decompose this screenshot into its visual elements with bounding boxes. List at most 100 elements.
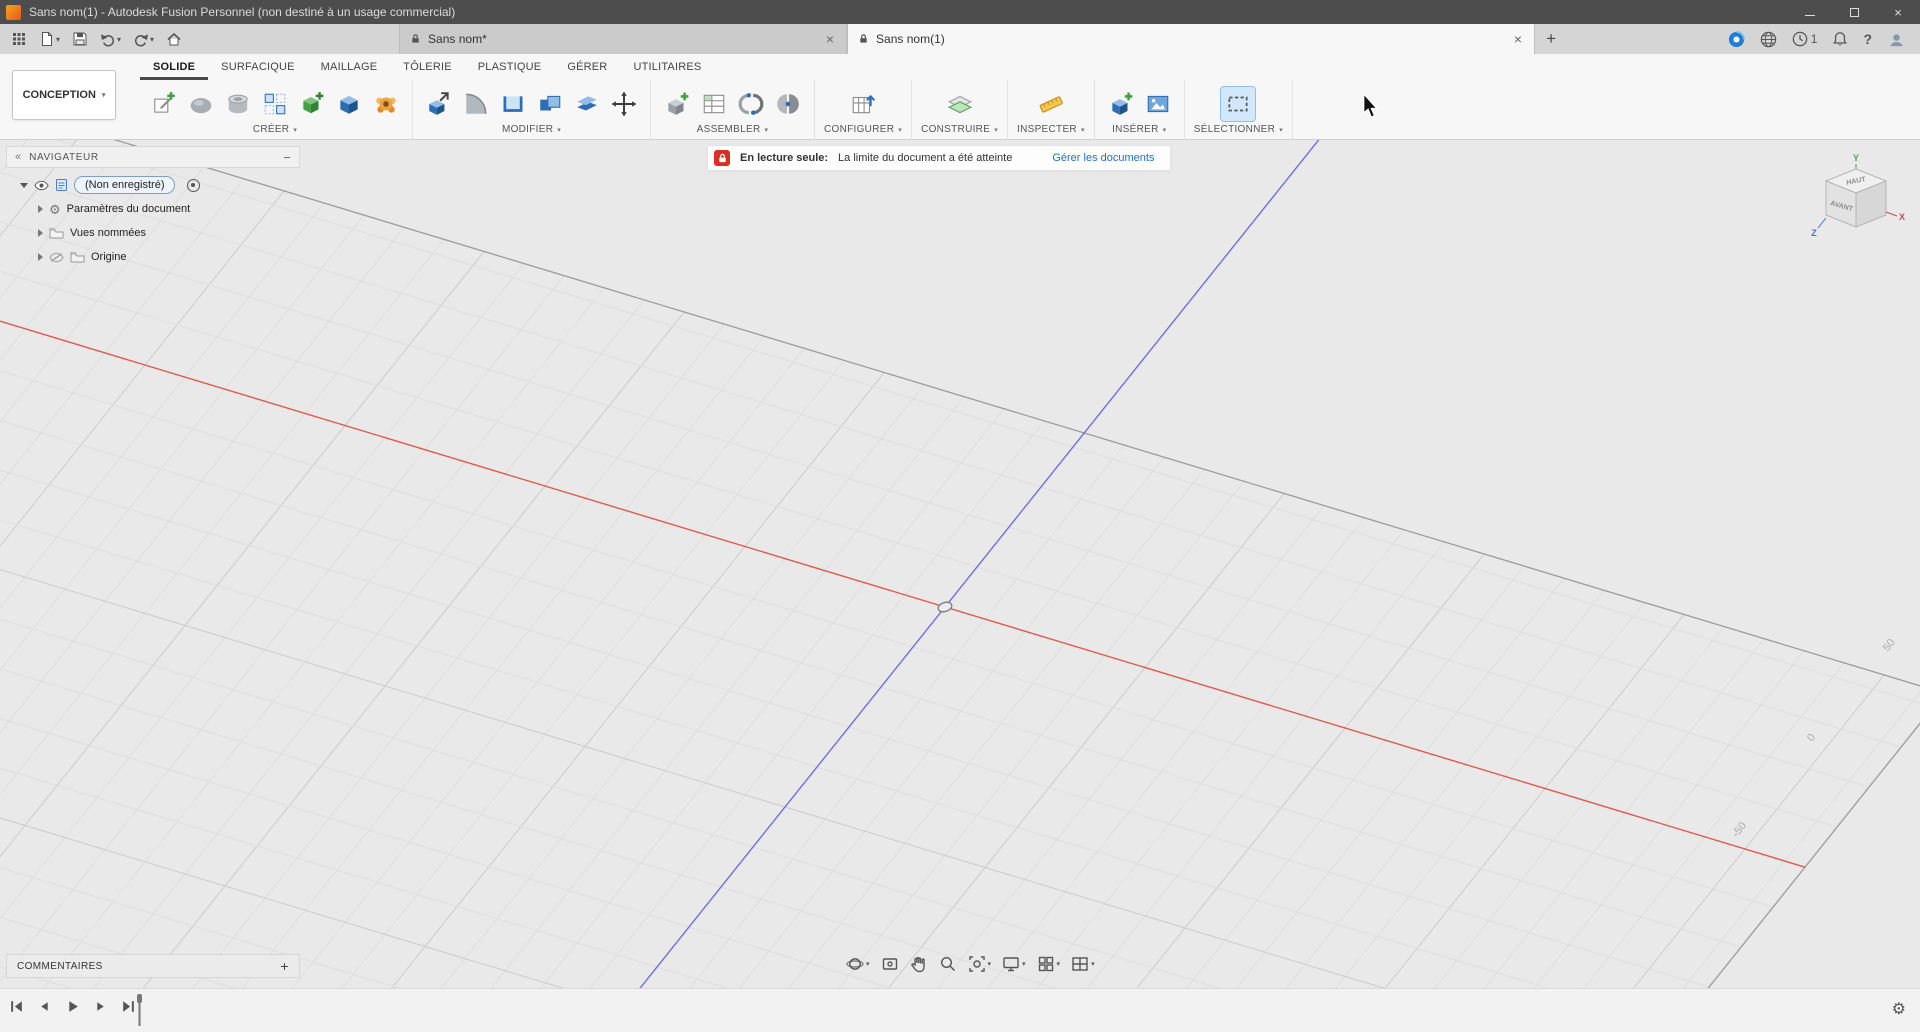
tab-gerer[interactable]: GÉRER [554, 54, 620, 80]
timeline-position-marker[interactable] [134, 991, 146, 1032]
close-button[interactable]: × [1876, 0, 1920, 24]
configurer-dropdown[interactable]: CONFIGURER ▾ [824, 124, 902, 135]
insert-derive-button[interactable] [1104, 87, 1138, 121]
chevron-right-icon[interactable] [38, 229, 43, 237]
tab-surfacique[interactable]: SURFACIQUE [208, 54, 308, 80]
orbit-button[interactable]: ▾ [846, 955, 870, 973]
tab-utilitaires[interactable]: UTILITAIRES [620, 54, 714, 80]
press-pull-button[interactable] [422, 87, 456, 121]
viewport-canvas[interactable]: 50 0 -50 [0, 140, 1920, 1032]
new-tab-button[interactable]: + [1535, 24, 1567, 54]
undo-button[interactable]: ▾ [95, 24, 126, 54]
home-icon[interactable] [161, 24, 187, 54]
tab-solide[interactable]: SOLIDE [140, 54, 209, 80]
maximize-button[interactable] [1832, 0, 1876, 24]
assistant-icon[interactable] [1728, 30, 1745, 48]
construction-plane-button[interactable] [943, 87, 977, 121]
tab-plastique[interactable]: PLASTIQUE [465, 54, 555, 80]
offset-face-button[interactable] [570, 87, 604, 121]
origin-marker[interactable] [937, 601, 953, 614]
document-root-label[interactable]: (Non enregistré) [74, 176, 176, 194]
timeline-settings-gear-icon[interactable]: ⚙ [1892, 999, 1906, 1019]
view-cube[interactable]: Y HAUT AVANT X Z [1804, 152, 1908, 256]
create-pattern-button[interactable] [258, 87, 292, 121]
step-forward-button[interactable] [92, 998, 109, 1018]
tree-row-root[interactable]: (Non enregistré) [6, 173, 300, 197]
document-tab-active[interactable]: Sans nom(1) × [847, 24, 1536, 54]
comments-panel[interactable]: COMMENTAIRES + [6, 954, 300, 978]
grid-snap-button[interactable]: ▾ [1037, 955, 1060, 973]
tree-row-named-views[interactable]: Vues nommées [6, 221, 300, 245]
notifications-bell-icon[interactable] [1832, 31, 1848, 47]
pan-hand-button[interactable] [910, 955, 928, 973]
insert-decal-button[interactable] [369, 87, 403, 121]
parts-list-button[interactable] [697, 87, 731, 121]
modifier-dropdown[interactable]: MODIFIER ▾ [502, 124, 561, 135]
inserer-dropdown[interactable]: INSÉRER ▾ [1112, 124, 1166, 135]
help-icon[interactable]: ? [1863, 31, 1872, 47]
create-form-button[interactable] [184, 87, 218, 121]
web-browser-icon[interactable] [1760, 31, 1777, 48]
save-button[interactable] [67, 24, 93, 54]
workspace-selector[interactable]: CONCEPTION ▾ [12, 70, 116, 120]
insert-image-button[interactable] [1141, 87, 1175, 121]
zoom-button[interactable] [939, 955, 957, 973]
visibility-eye-icon[interactable] [34, 180, 49, 191]
tab-tolerie[interactable]: TÔLERIE [390, 54, 464, 80]
configure-button[interactable] [846, 87, 880, 121]
go-to-start-button[interactable] [8, 998, 25, 1018]
inspecter-dropdown[interactable]: INSPECTER ▾ [1017, 124, 1085, 135]
chevron-down-icon[interactable] [20, 182, 28, 188]
document-tab-inactive[interactable]: Sans nom* × [399, 24, 848, 54]
redo-button[interactable]: ▾ [128, 24, 159, 54]
ribbon-group-assembler: ASSEMBLER ▾ [651, 80, 815, 140]
chevron-right-icon[interactable] [38, 205, 43, 213]
create-cylinder-button[interactable] [221, 87, 255, 121]
create-primitive-button[interactable] [295, 87, 329, 121]
minimize-button[interactable] [1788, 0, 1832, 24]
combine-button[interactable] [533, 87, 567, 121]
fillet-button[interactable] [459, 87, 493, 121]
navigator-title: NAVIGATEUR [29, 151, 99, 163]
fit-button[interactable]: ▾ [968, 955, 991, 973]
visibility-off-eye-icon[interactable] [49, 252, 64, 263]
move-copy-button[interactable] [607, 87, 641, 121]
collapse-panel-icon[interactable]: « [15, 151, 21, 163]
display-settings-button[interactable]: ▾ [1002, 955, 1026, 973]
read-only-banner: En lecture seule: La limite du document … [708, 146, 1171, 170]
assembler-dropdown[interactable]: ASSEMBLER ▾ [697, 124, 769, 135]
view-toolbar: ▾ ▾ ▾ ▾ ▾ [846, 955, 1095, 973]
shell-button[interactable] [496, 87, 530, 121]
tree-row-document-settings[interactable]: ⚙ Paramètres du document [6, 197, 300, 221]
look-at-button[interactable] [881, 955, 899, 973]
close-tab-icon[interactable]: × [824, 31, 836, 47]
tree-row-origin[interactable]: Origine [6, 245, 300, 269]
file-menu-button[interactable]: ▾ [34, 24, 65, 54]
viewports-button[interactable]: ▾ [1071, 955, 1095, 973]
construire-dropdown[interactable]: CONSTRUIRE ▾ [921, 124, 998, 135]
banner-title: En lecture seule: [740, 152, 829, 164]
job-status-icon[interactable]: 1 [1792, 31, 1817, 47]
selectionner-dropdown[interactable]: SÉLECTIONNER ▾ [1194, 124, 1283, 135]
play-button[interactable] [64, 998, 81, 1018]
manage-documents-link[interactable]: Gérer les documents [1052, 152, 1154, 164]
activate-component-radio[interactable] [187, 178, 201, 192]
profile-avatar[interactable] [1887, 29, 1906, 49]
as-built-joint-button[interactable] [771, 87, 805, 121]
create-box-button[interactable] [332, 87, 366, 121]
minimize-panel-icon[interactable]: − [283, 150, 291, 165]
select-button[interactable] [1220, 85, 1257, 122]
create-sketch-button[interactable] [147, 87, 181, 121]
new-component-button[interactable] [660, 87, 694, 121]
tab-maillage[interactable]: MAILLAGE [308, 54, 391, 80]
measure-button[interactable] [1034, 87, 1068, 121]
chevron-right-icon[interactable] [38, 253, 43, 261]
creer-dropdown[interactable]: CRÉER ▾ [253, 124, 297, 135]
joint-button[interactable] [734, 87, 768, 121]
app-grid-icon[interactable] [6, 24, 32, 54]
step-back-button[interactable] [36, 998, 53, 1018]
close-tab-icon[interactable]: × [1512, 31, 1524, 47]
ribbon-group-selectionner: SÉLECTIONNER ▾ [1185, 80, 1294, 140]
ribbon-tab-strip: SOLIDE SURFACIQUE MAILLAGE TÔLERIE PLAST… [140, 54, 1920, 80]
add-comment-icon[interactable]: + [280, 958, 289, 974]
